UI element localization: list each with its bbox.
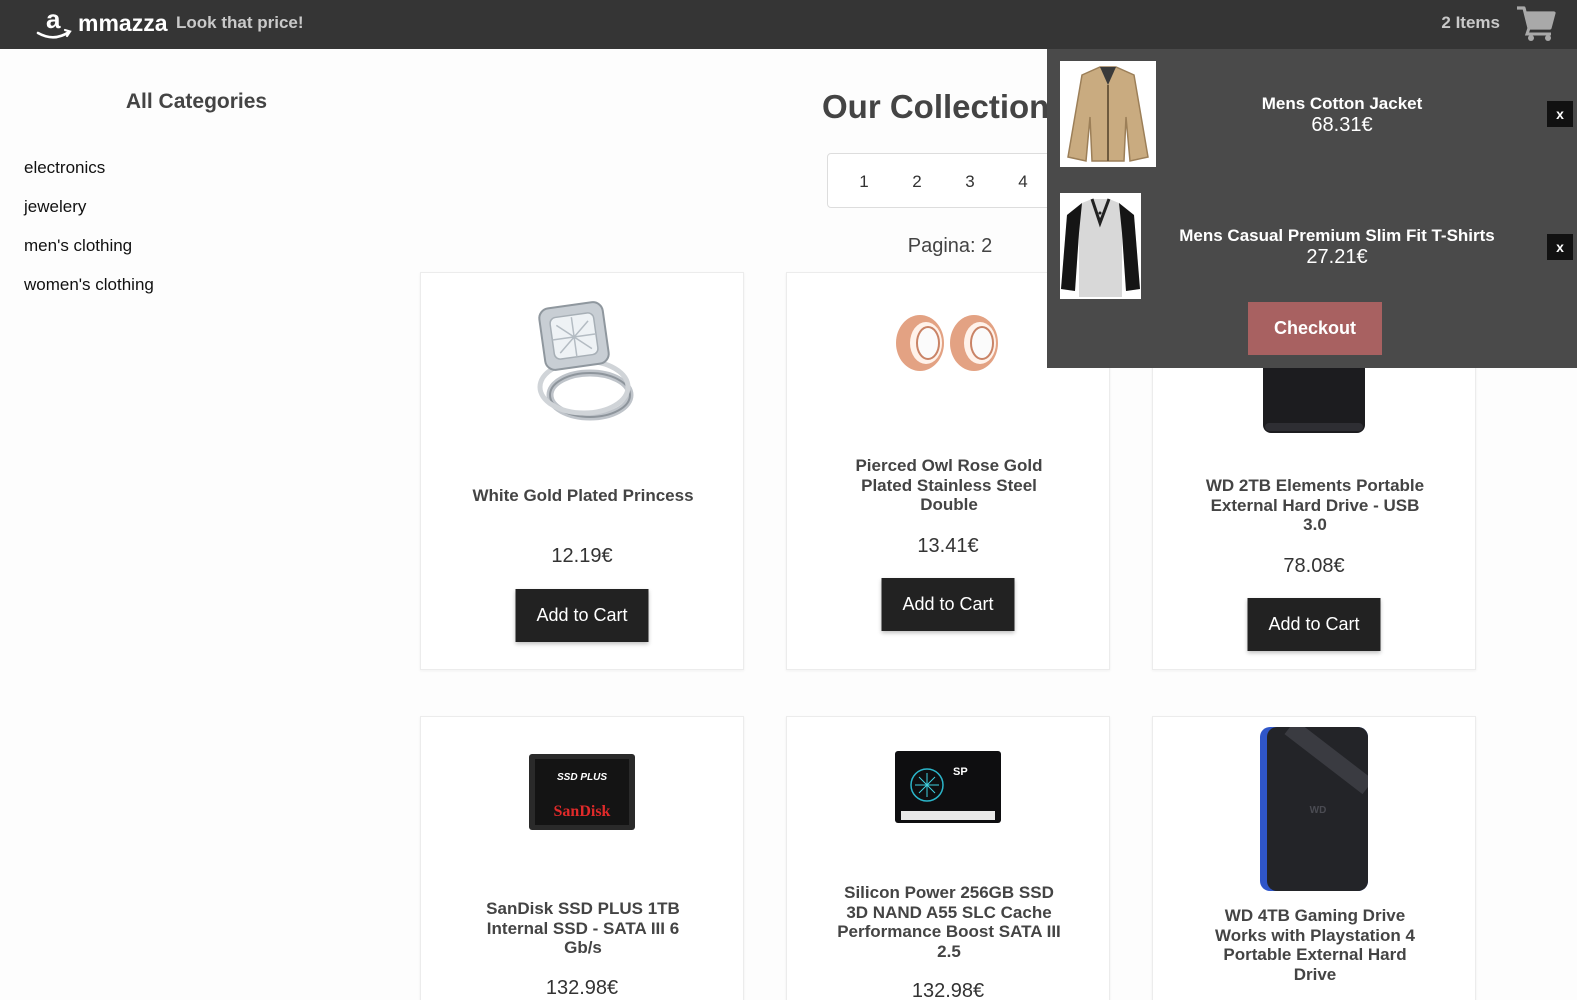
cart-item-name: Mens Cotton Jacket bbox=[1261, 94, 1423, 113]
page-link-3[interactable]: 3 bbox=[960, 172, 980, 192]
current-page-label: Pagina: 2 bbox=[907, 235, 993, 257]
product-title[interactable]: SanDisk SSD PLUS 1TB Internal SSD - SATA… bbox=[471, 899, 695, 958]
svg-text:SanDisk: SanDisk bbox=[554, 803, 611, 820]
product-price: 132.98€ bbox=[545, 977, 619, 999]
category-list: electronics jewelery men's clothing wome… bbox=[24, 157, 154, 313]
top-header: a mmazza Look that price! 2 Items bbox=[0, 0, 1577, 49]
gaming-drive-icon[interactable]: WD bbox=[1260, 727, 1368, 891]
page-title: Our Collections bbox=[822, 88, 1068, 125]
page-link-1[interactable]: 1 bbox=[854, 172, 874, 192]
svg-text:SP: SP bbox=[953, 766, 968, 778]
product-title[interactable]: Silicon Power 256GB SSD 3D NAND A55 SLC … bbox=[837, 883, 1061, 961]
add-to-cart-button[interactable]: Add to Cart bbox=[515, 589, 649, 642]
product-title[interactable]: Pierced Owl Rose Gold Plated Stainless S… bbox=[837, 456, 1061, 515]
checkout-button[interactable]: Checkout bbox=[1248, 302, 1382, 355]
remove-item-button[interactable]: x bbox=[1547, 234, 1573, 260]
ear-tunnels-icon[interactable] bbox=[890, 309, 1006, 375]
cart-item-price: 27.21€ bbox=[1306, 246, 1368, 268]
jacket-icon bbox=[1060, 61, 1156, 167]
product-price: 132.98€ bbox=[911, 980, 985, 1000]
svg-text:WD: WD bbox=[1310, 805, 1327, 816]
ring-icon[interactable] bbox=[522, 295, 642, 435]
product-card: White Gold Plated Princess 12.19€ Add to… bbox=[420, 272, 744, 670]
ssd-icon[interactable]: SP bbox=[895, 751, 1001, 823]
cart-item-price: 68.31€ bbox=[1311, 114, 1373, 136]
cart-dropdown: Mens Cotton Jacket 68.31€ x Mens Casual … bbox=[1047, 49, 1577, 368]
categories-title: All Categories bbox=[125, 90, 268, 113]
category-item-mens-clothing[interactable]: men's clothing bbox=[24, 235, 154, 274]
cart-item: Mens Cotton Jacket 68.31€ x bbox=[1047, 49, 1577, 182]
cart-item-thumbnail bbox=[1060, 193, 1141, 299]
product-title[interactable]: White Gold Plated Princess bbox=[471, 486, 695, 506]
product-price: 13.41€ bbox=[917, 535, 979, 557]
page-link-2[interactable]: 2 bbox=[907, 172, 927, 192]
product-title[interactable]: WD 4TB Gaming Drive Works with Playstati… bbox=[1203, 906, 1427, 984]
product-card: SSD PLUS SanDisk SanDisk SSD PLUS 1TB In… bbox=[420, 716, 744, 1000]
hard-drive-icon[interactable] bbox=[1261, 363, 1367, 437]
page-link-4[interactable]: 4 bbox=[1013, 172, 1033, 192]
tshirt-icon bbox=[1060, 193, 1141, 299]
svg-text:SSD PLUS: SSD PLUS bbox=[557, 772, 607, 783]
product-card: SP Silicon Power 256GB SSD 3D NAND A55 S… bbox=[786, 716, 1110, 1000]
add-to-cart-button[interactable]: Add to Cart bbox=[1247, 598, 1381, 651]
tagline: Look that price! bbox=[176, 13, 304, 32]
cart-item-count[interactable]: 2 Items bbox=[1420, 13, 1500, 33]
cart-item: Mens Casual Premium Slim Fit T-Shirts 27… bbox=[1047, 182, 1577, 315]
product-price: 78.08€ bbox=[1283, 555, 1345, 577]
add-to-cart-button[interactable]: Add to Cart bbox=[881, 578, 1015, 631]
svg-text:a: a bbox=[46, 4, 61, 34]
category-item-jewelery[interactable]: jewelery bbox=[24, 196, 154, 235]
brand-name[interactable]: mmazza bbox=[78, 10, 167, 37]
cart-item-name: Mens Casual Premium Slim Fit T-Shirts bbox=[1179, 226, 1495, 245]
remove-item-button[interactable]: x bbox=[1547, 101, 1573, 127]
cart-item-thumbnail bbox=[1060, 61, 1156, 167]
logo-icon[interactable]: a bbox=[36, 4, 72, 42]
product-card: WD WD 4TB Gaming Drive Works with Playst… bbox=[1152, 716, 1476, 1000]
category-item-electronics[interactable]: electronics bbox=[24, 157, 154, 196]
category-item-womens-clothing[interactable]: women's clothing bbox=[24, 274, 154, 313]
ssd-icon[interactable]: SSD PLUS SanDisk bbox=[529, 754, 635, 830]
shopping-cart-icon[interactable] bbox=[1516, 4, 1556, 42]
product-price: 12.19€ bbox=[551, 545, 613, 567]
product-title[interactable]: WD 2TB Elements Portable External Hard D… bbox=[1203, 476, 1427, 535]
